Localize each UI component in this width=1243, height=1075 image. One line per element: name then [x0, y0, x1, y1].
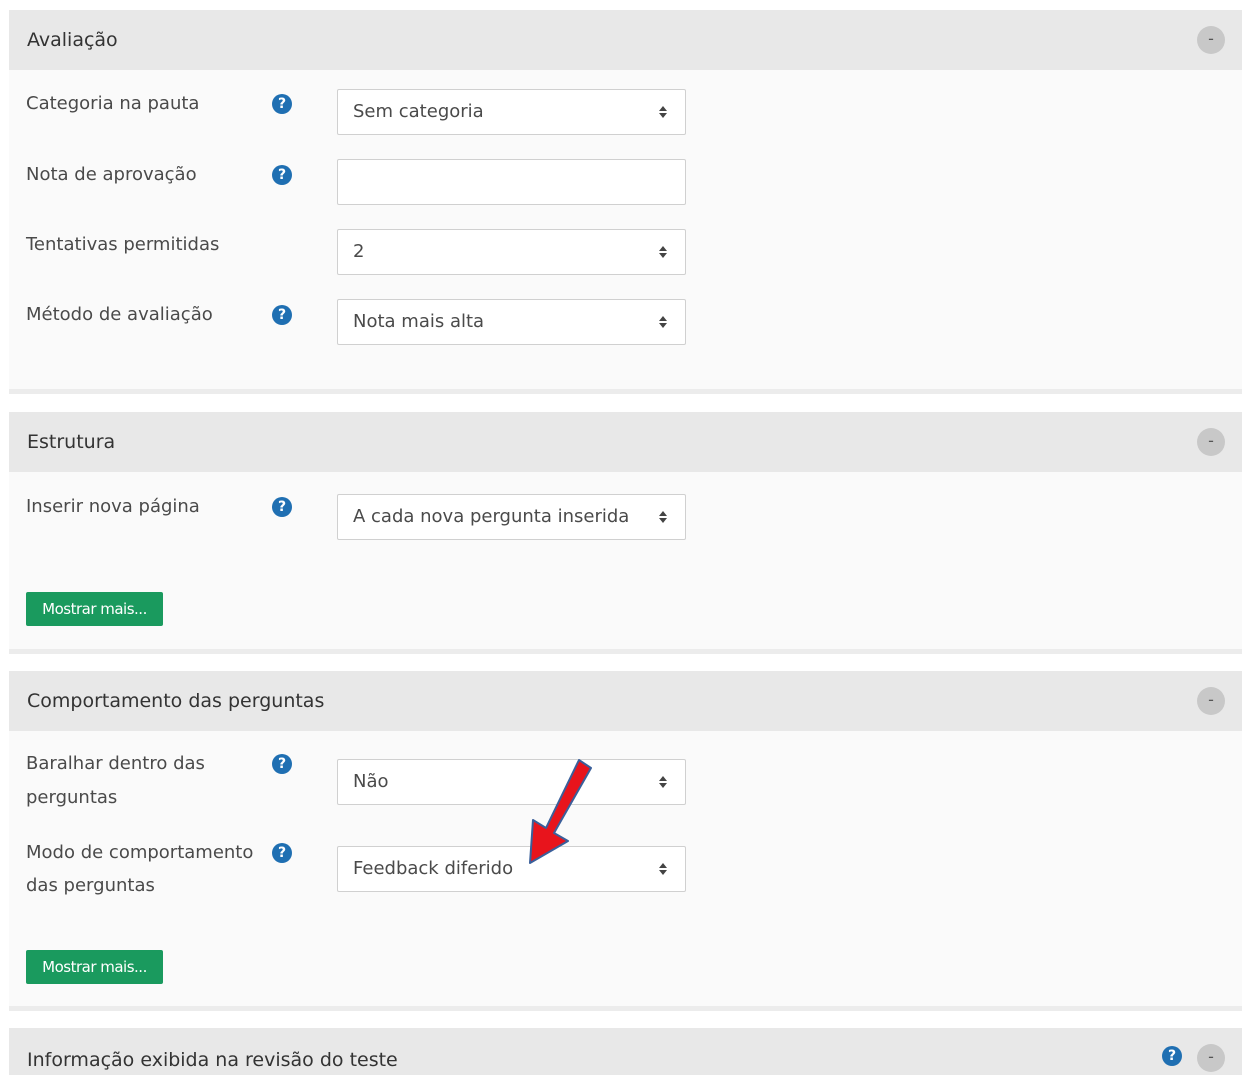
- red-arrow-icon: [529, 759, 592, 864]
- tentativas-select[interactable]: 2: [337, 229, 686, 275]
- inserir-select[interactable]: A cada nova pergunta inserida: [337, 494, 686, 540]
- section-title: Comportamento das perguntas: [27, 690, 325, 712]
- collapse-icon[interactable]: -: [1197, 1044, 1225, 1072]
- section-informacao: Informação exibida na revisão do teste ?…: [9, 1028, 1242, 1075]
- section-header-estrutura[interactable]: Estrutura -: [9, 412, 1242, 472]
- baralhar-label: Baralhar dentro das: [26, 753, 205, 774]
- select-value: Não: [353, 771, 389, 792]
- help-icon[interactable]: ?: [1162, 1046, 1182, 1066]
- select-value: 2: [353, 241, 365, 262]
- modo-label: Modo de comportamento: [26, 842, 254, 863]
- metodo-label: Método de avaliação: [26, 304, 213, 325]
- select-value: Nota mais alta: [353, 311, 485, 332]
- section-divider: [9, 389, 1242, 394]
- select-arrows-icon: [659, 106, 667, 118]
- nota-label: Nota de aprovação: [26, 164, 197, 185]
- nota-input[interactable]: [337, 159, 686, 205]
- help-icon[interactable]: ?: [272, 165, 292, 185]
- section-header-comportamento[interactable]: Comportamento das perguntas -: [9, 671, 1242, 731]
- metodo-select[interactable]: Nota mais alta: [337, 299, 686, 345]
- collapse-icon[interactable]: -: [1197, 26, 1225, 54]
- section-divider: [9, 649, 1242, 654]
- categoria-label: Categoria na pauta: [26, 93, 200, 114]
- help-icon[interactable]: ?: [272, 305, 292, 325]
- tentativas-label: Tentativas permitidas: [26, 234, 220, 255]
- select-arrows-icon: [659, 863, 667, 875]
- modo-label-line2: das perguntas: [26, 875, 155, 896]
- baralhar-label-line2: perguntas: [26, 787, 118, 808]
- collapse-icon[interactable]: -: [1197, 687, 1225, 715]
- help-icon[interactable]: ?: [272, 94, 292, 114]
- help-icon[interactable]: ?: [272, 843, 292, 863]
- select-arrows-icon: [659, 316, 667, 328]
- section-divider: [9, 1006, 1242, 1011]
- select-arrows-icon: [659, 246, 667, 258]
- select-value: A cada nova pergunta inserida: [353, 506, 630, 527]
- select-value: Feedback diferido: [353, 858, 514, 879]
- inserir-label: Inserir nova página: [26, 496, 200, 517]
- section-header-informacao[interactable]: Informação exibida na revisão do teste ?…: [9, 1028, 1242, 1075]
- help-icon[interactable]: ?: [272, 497, 292, 517]
- section-header-avaliacao[interactable]: Avaliação -: [9, 10, 1242, 70]
- help-icon[interactable]: ?: [272, 754, 292, 774]
- section-title: Avaliação: [27, 29, 118, 51]
- select-arrows-icon: [659, 511, 667, 523]
- show-more-button[interactable]: Mostrar mais...: [26, 950, 163, 984]
- section-title: Estrutura: [27, 431, 116, 453]
- collapse-icon[interactable]: -: [1197, 428, 1225, 456]
- section-title: Informação exibida na revisão do teste: [27, 1049, 398, 1071]
- show-more-button[interactable]: Mostrar mais...: [26, 592, 163, 626]
- select-arrows-icon: [659, 776, 667, 788]
- categoria-select[interactable]: Sem categoria: [337, 89, 686, 135]
- select-value: Sem categoria: [353, 101, 484, 122]
- quiz-settings-page: Avaliação - Categoria na pauta ? Sem cat…: [0, 0, 1243, 1075]
